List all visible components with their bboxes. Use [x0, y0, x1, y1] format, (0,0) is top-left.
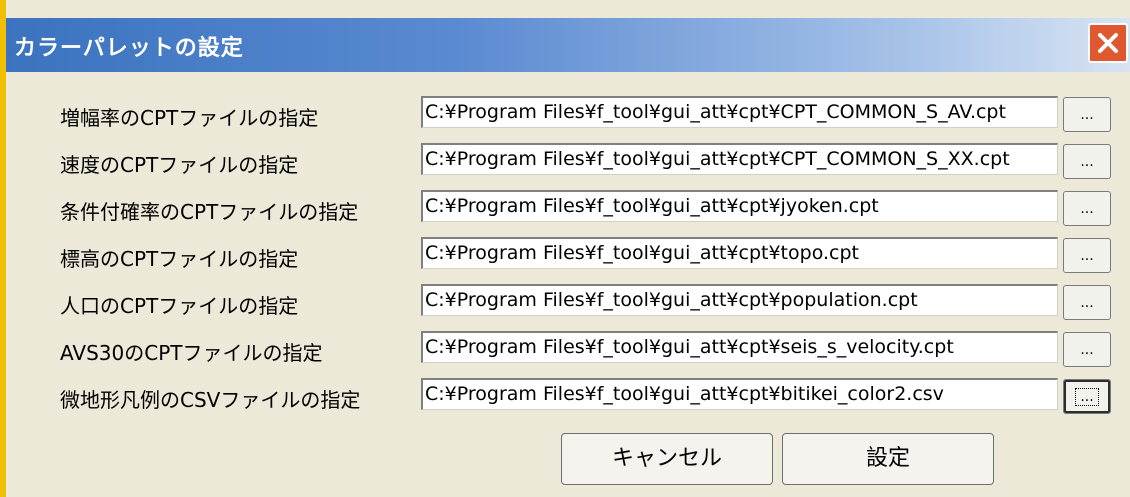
path-input[interactable]: C:¥Program Files¥f_tool¥gui_att¥cpt¥CPT_…: [421, 143, 1058, 175]
cpt-row-elevation: 標高のCPTファイルの指定 C:¥Program Files¥f_tool¥gu…: [0, 237, 1130, 277]
row-label: AVS30のCPTファイルの指定: [60, 341, 323, 365]
close-button[interactable]: [1088, 23, 1128, 63]
cpt-row-amplification: 増幅率のCPTファイルの指定 C:¥Program Files¥f_tool¥g…: [0, 96, 1130, 136]
browse-button[interactable]: ...: [1063, 379, 1111, 414]
browse-button[interactable]: ...: [1063, 97, 1111, 132]
path-input[interactable]: C:¥Program Files¥f_tool¥gui_att¥cpt¥topo…: [421, 237, 1058, 269]
browse-label: ...: [1075, 388, 1099, 406]
path-input[interactable]: C:¥Program Files¥f_tool¥gui_att¥cpt¥popu…: [421, 284, 1058, 316]
browse-button[interactable]: ...: [1063, 332, 1111, 367]
title-bar[interactable]: カラーパレットの設定: [6, 18, 1130, 72]
browse-label: ...: [1080, 201, 1094, 217]
browse-label: ...: [1080, 248, 1094, 264]
path-input[interactable]: C:¥Program Files¥f_tool¥gui_att¥cpt¥seis…: [421, 331, 1058, 363]
path-input[interactable]: C:¥Program Files¥f_tool¥gui_att¥cpt¥jyok…: [421, 190, 1058, 222]
cancel-button[interactable]: キャンセル: [561, 433, 773, 485]
row-label: 微地形凡例のCSVファイルの指定: [60, 388, 361, 412]
cpt-row-avs30: AVS30のCPTファイルの指定 C:¥Program Files¥f_tool…: [0, 331, 1130, 371]
browse-button[interactable]: ...: [1063, 238, 1111, 273]
browse-label: ...: [1080, 154, 1094, 170]
path-input[interactable]: C:¥Program Files¥f_tool¥gui_att¥cpt¥CPT_…: [421, 96, 1058, 128]
row-label: 標高のCPTファイルの指定: [60, 247, 299, 271]
browse-button[interactable]: ...: [1063, 191, 1111, 226]
cpt-row-population: 人口のCPTファイルの指定 C:¥Program Files¥f_tool¥gu…: [0, 284, 1130, 324]
row-label: 増幅率のCPTファイルの指定: [60, 106, 319, 130]
browse-label: ...: [1080, 342, 1094, 358]
browse-label: ...: [1080, 107, 1094, 123]
ok-button[interactable]: 設定: [782, 433, 994, 485]
window-title: カラーパレットの設定: [14, 36, 244, 61]
browse-button[interactable]: ...: [1063, 144, 1111, 179]
row-label: 人口のCPTファイルの指定: [60, 294, 299, 318]
browse-label: ...: [1080, 295, 1094, 311]
cpt-row-velocity: 速度のCPTファイルの指定 C:¥Program Files¥f_tool¥gu…: [0, 143, 1130, 183]
path-input[interactable]: C:¥Program Files¥f_tool¥gui_att¥cpt¥biti…: [421, 378, 1058, 410]
csv-row-microtopography: 微地形凡例のCSVファイルの指定 C:¥Program Files¥f_tool…: [0, 378, 1130, 418]
cpt-row-conditional-probability: 条件付確率のCPTファイルの指定 C:¥Program Files¥f_tool…: [0, 190, 1130, 230]
dialog-window: カラーパレットの設定 増幅率のCPTファイルの指定 C:¥Program Fil…: [0, 0, 1130, 497]
row-label: 速度のCPTファイルの指定: [60, 153, 299, 177]
close-icon: [1098, 33, 1118, 53]
row-label: 条件付確率のCPTファイルの指定: [60, 200, 359, 224]
browse-button[interactable]: ...: [1063, 285, 1111, 320]
